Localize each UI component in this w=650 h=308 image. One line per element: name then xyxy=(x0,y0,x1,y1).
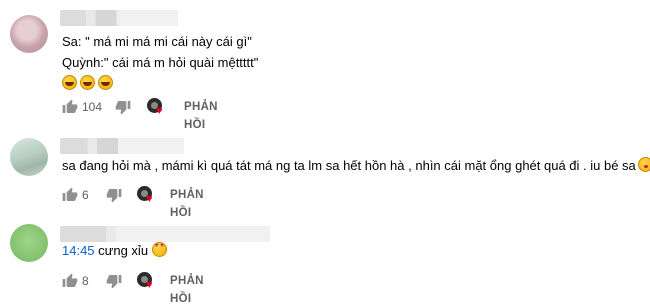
comment-line: Sa: " má mi má mi cái này cái gì" xyxy=(62,34,252,49)
comment-text: 14:45 cưng xỉu xyxy=(62,240,170,261)
creator-heart-badge: ♥ xyxy=(137,186,157,206)
like-count: 8 xyxy=(82,274,89,288)
emoji-row xyxy=(62,73,258,94)
dislike-icon[interactable] xyxy=(115,99,131,115)
avatar[interactable] xyxy=(10,15,48,53)
comment-text: sa đang hỏi mà , mámi kì quá tát má ng t… xyxy=(62,155,650,176)
timestamp-link[interactable]: 14:45 xyxy=(62,243,95,258)
like-count: 104 xyxy=(82,100,103,114)
heart-eyes-emoji-icon xyxy=(151,242,167,257)
heart-icon: ♥ xyxy=(146,193,153,205)
like-icon[interactable] xyxy=(62,99,78,115)
creator-heart-badge: ♥ xyxy=(147,98,167,118)
creator-heart-badge: ♥ xyxy=(137,272,157,292)
reply-button[interactable]: PHẢN HỒI xyxy=(170,186,204,222)
rofl-emoji-icon xyxy=(62,75,77,90)
comment-line: Quỳnh:" cái má m hỏi quài mệttttt" xyxy=(62,55,259,70)
reply-button[interactable]: PHẢN HỒI xyxy=(184,98,218,134)
rofl-emoji-icon xyxy=(98,75,113,90)
reply-button[interactable]: PHẢN HỒI xyxy=(170,272,204,308)
dislike-icon[interactable] xyxy=(106,187,122,203)
author-name-redacted[interactable] xyxy=(60,10,178,26)
heart-icon: ♥ xyxy=(146,279,153,291)
comment-line: cưng xỉu xyxy=(94,243,149,258)
comment-line: sa đang hỏi mà , mámi kì quá tát má ng t… xyxy=(62,158,636,173)
like-icon[interactable] xyxy=(62,187,78,203)
like-count: 6 xyxy=(82,188,89,202)
rofl-emoji-icon xyxy=(80,75,95,90)
kissing-emoji-icon xyxy=(637,157,650,172)
comment-text: Sa: " má mi má mi cái này cái gì" Quỳnh:… xyxy=(62,31,258,94)
avatar[interactable] xyxy=(10,138,48,176)
heart-icon: ♥ xyxy=(156,105,163,117)
avatar[interactable] xyxy=(10,224,48,262)
author-name-redacted[interactable] xyxy=(60,138,184,154)
dislike-icon[interactable] xyxy=(106,273,122,289)
like-icon[interactable] xyxy=(62,273,78,289)
